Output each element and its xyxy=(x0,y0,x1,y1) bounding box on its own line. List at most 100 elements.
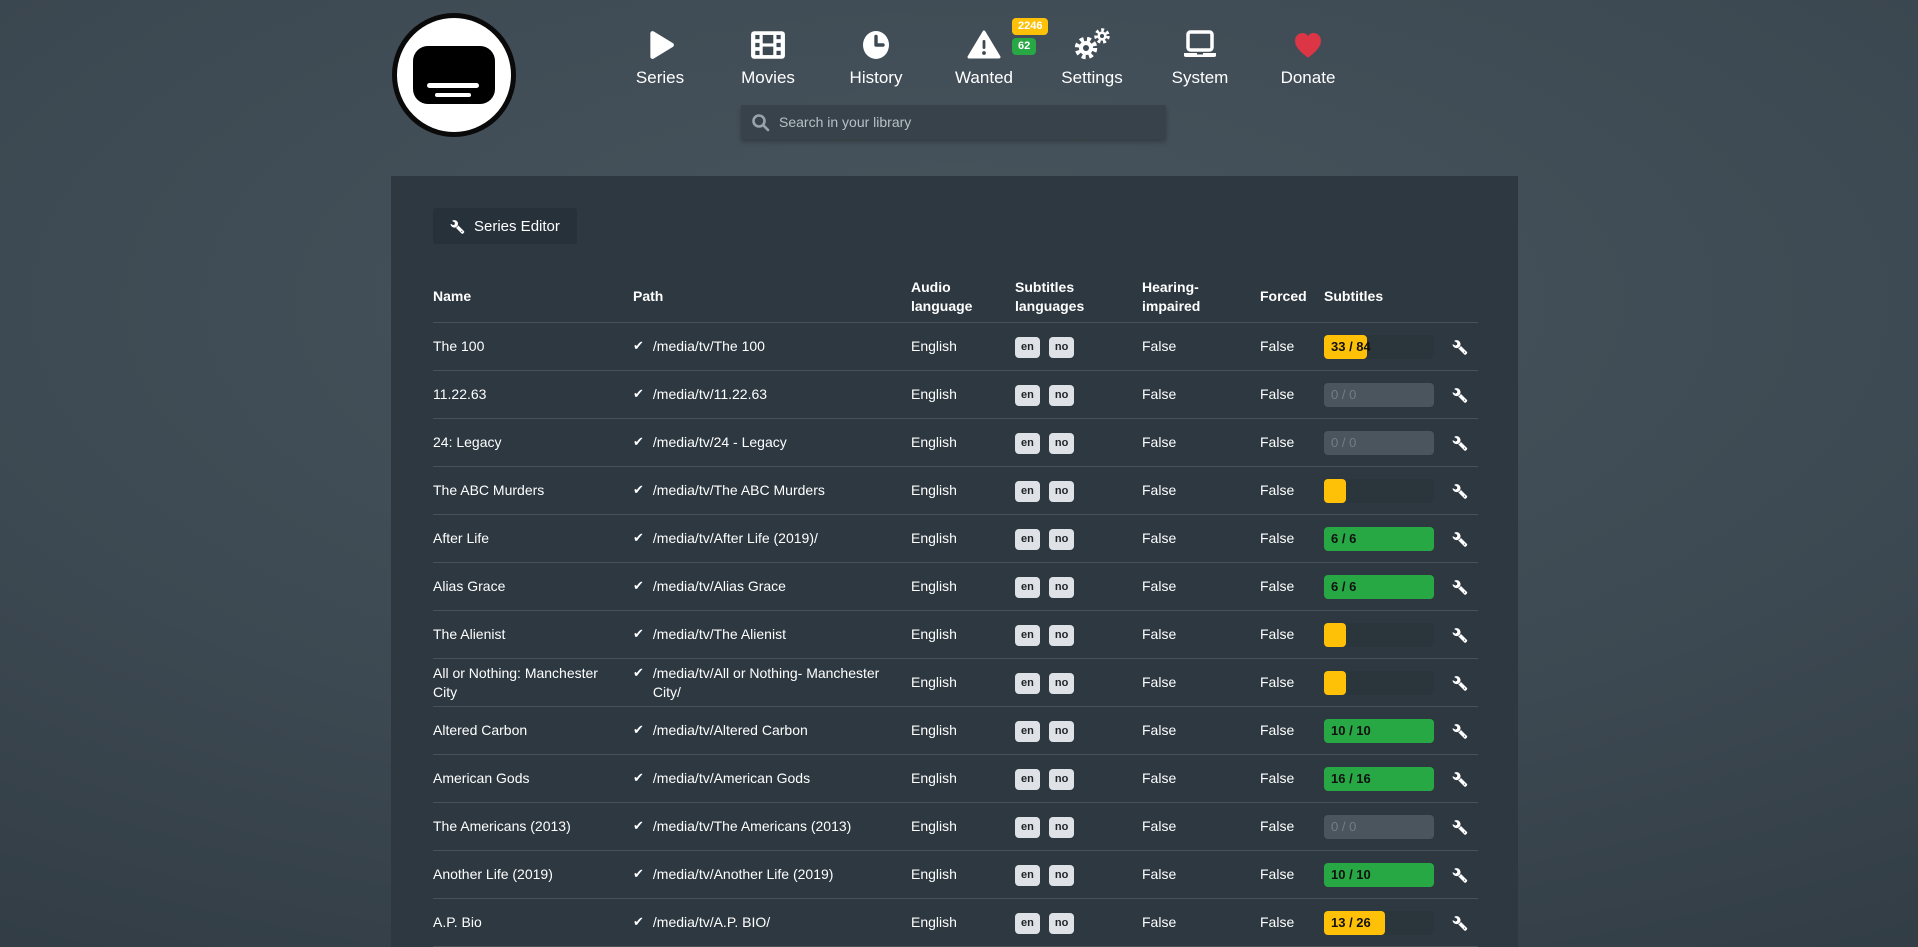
audio-language-cell: English xyxy=(911,433,1015,452)
table-row: 24: Legacy ✔ /media/tv/24 - Legacy Engli… xyxy=(433,419,1478,467)
language-badge: en xyxy=(1015,577,1040,598)
play-icon xyxy=(645,24,675,66)
subtitles-cell: 16 / 16 xyxy=(1324,767,1434,791)
edit-series-button[interactable] xyxy=(1434,867,1478,883)
table-row: The ABC Murders ✔ /media/tv/The ABC Murd… xyxy=(433,467,1478,515)
nav-label: History xyxy=(850,68,903,88)
forced-cell: False xyxy=(1260,337,1324,356)
edit-series-button[interactable] xyxy=(1434,339,1478,355)
forced-cell: False xyxy=(1260,481,1324,500)
edit-series-button[interactable] xyxy=(1434,483,1478,499)
wrench-icon xyxy=(1452,675,1468,691)
edit-series-button[interactable] xyxy=(1434,915,1478,931)
subtitles-languages-cell: enno xyxy=(1015,432,1142,454)
subtitles-languages-cell: enno xyxy=(1015,768,1142,790)
hearing-impaired-cell: False xyxy=(1142,913,1260,932)
search-input[interactable] xyxy=(779,114,1156,130)
series-name[interactable]: Another Life (2019) xyxy=(433,865,633,884)
subtitles-languages-cell: enno xyxy=(1015,528,1142,550)
series-path-cell: ✔ /media/tv/The Alienist xyxy=(633,625,911,644)
series-name[interactable]: American Gods xyxy=(433,769,633,788)
series-name[interactable]: Alias Grace xyxy=(433,577,633,596)
film-icon xyxy=(750,24,786,66)
series-path-cell: ✔ /media/tv/The Americans (2013) xyxy=(633,817,911,836)
bazarr-logo[interactable] xyxy=(392,13,516,137)
audio-language-cell: English xyxy=(911,577,1015,596)
series-path: /media/tv/The ABC Murders xyxy=(653,481,825,500)
series-name[interactable]: Altered Carbon xyxy=(433,721,633,740)
nav-item-history[interactable]: History xyxy=(822,20,930,88)
check-icon: ✔ xyxy=(633,769,644,788)
language-badge: en xyxy=(1015,673,1040,694)
wrench-icon xyxy=(1452,627,1468,643)
nav-item-series[interactable]: Series xyxy=(606,20,714,88)
nav-item-movies[interactable]: Movies xyxy=(714,20,822,88)
language-badge: en xyxy=(1015,385,1040,406)
edit-series-button[interactable] xyxy=(1434,387,1478,403)
language-badge: no xyxy=(1049,769,1074,790)
nav-item-system[interactable]: System xyxy=(1146,20,1254,88)
series-path-cell: ✔ /media/tv/11.22.63 xyxy=(633,385,911,404)
subtitles-progress-label: 6 / 6 xyxy=(1331,527,1356,551)
edit-series-button[interactable] xyxy=(1434,819,1478,835)
series-name[interactable]: After Life xyxy=(433,529,633,548)
wanted-success-badge: 62 xyxy=(1012,38,1036,55)
check-icon: ✔ xyxy=(633,481,644,500)
series-path-cell: ✔ /media/tv/The ABC Murders xyxy=(633,481,911,500)
subtitles-progress-label: 6 / 6 xyxy=(1331,575,1356,599)
language-badge: no xyxy=(1049,577,1074,598)
audio-language-cell: English xyxy=(911,769,1015,788)
heart-icon xyxy=(1292,24,1324,66)
edit-series-button[interactable] xyxy=(1434,579,1478,595)
subtitles-progress-bar: 13 / 26 xyxy=(1324,911,1434,935)
subtitles-languages-cell: enno xyxy=(1015,720,1142,742)
check-icon: ✔ xyxy=(633,664,644,683)
edit-series-button[interactable] xyxy=(1434,675,1478,691)
series-table-body: The 100 ✔ /media/tv/The 100 English enno… xyxy=(433,323,1478,947)
series-table: Name Path Audio language Subtitles langu… xyxy=(433,271,1478,947)
header-audio-language: Audio language xyxy=(911,278,1015,316)
series-path: /media/tv/Another Life (2019) xyxy=(653,865,834,884)
nav-label: System xyxy=(1172,68,1229,88)
subtitles-cell: 6 / 6 xyxy=(1324,575,1434,599)
series-name[interactable]: All or Nothing: Manchester City xyxy=(433,664,633,702)
subtitles-languages-cell: enno xyxy=(1015,912,1142,934)
series-editor-label: Series Editor xyxy=(474,218,560,235)
check-icon: ✔ xyxy=(633,577,644,596)
subtitles-progress-bar: 6 / 6 xyxy=(1324,575,1434,599)
subtitles-progress-bar: 10 / 10 xyxy=(1324,863,1434,887)
series-name[interactable]: The 100 xyxy=(433,337,633,356)
edit-series-button[interactable] xyxy=(1434,771,1478,787)
series-name[interactable]: 11.22.63 xyxy=(433,385,633,404)
forced-cell: False xyxy=(1260,913,1324,932)
wrench-icon xyxy=(450,219,465,234)
language-badge: en xyxy=(1015,913,1040,934)
series-name[interactable]: The Alienist xyxy=(433,625,633,644)
audio-language-cell: English xyxy=(911,337,1015,356)
nav-item-settings[interactable]: Settings xyxy=(1038,20,1146,88)
audio-language-cell: English xyxy=(911,673,1015,692)
series-name[interactable]: A.P. Bio xyxy=(433,913,633,932)
series-editor-button[interactable]: Series Editor xyxy=(433,208,577,244)
series-name[interactable]: 24: Legacy xyxy=(433,433,633,452)
series-name[interactable]: The Americans (2013) xyxy=(433,817,633,836)
nav-item-wanted[interactable]: 2246 62 Wanted xyxy=(930,20,1038,88)
subtitles-progress-bar xyxy=(1324,623,1434,647)
series-path-cell: ✔ /media/tv/24 - Legacy xyxy=(633,433,911,452)
subtitles-progress-bar: 0 / 0 xyxy=(1324,383,1434,407)
language-badge: no xyxy=(1049,865,1074,886)
language-badge: no xyxy=(1049,385,1074,406)
audio-language-cell: English xyxy=(911,721,1015,740)
subtitles-progress-label: 16 / 16 xyxy=(1331,767,1371,791)
edit-series-button[interactable] xyxy=(1434,627,1478,643)
nav-item-donate[interactable]: Donate xyxy=(1254,20,1362,88)
edit-series-button[interactable] xyxy=(1434,435,1478,451)
edit-series-button[interactable] xyxy=(1434,723,1478,739)
subtitles-languages-cell: enno xyxy=(1015,624,1142,646)
series-name[interactable]: The ABC Murders xyxy=(433,481,633,500)
edit-series-button[interactable] xyxy=(1434,531,1478,547)
nav-label: Donate xyxy=(1281,68,1336,88)
table-row: After Life ✔ /media/tv/After Life (2019)… xyxy=(433,515,1478,563)
subtitles-languages-cell: enno xyxy=(1015,672,1142,694)
subtitles-progress-label: 0 / 0 xyxy=(1331,815,1356,839)
